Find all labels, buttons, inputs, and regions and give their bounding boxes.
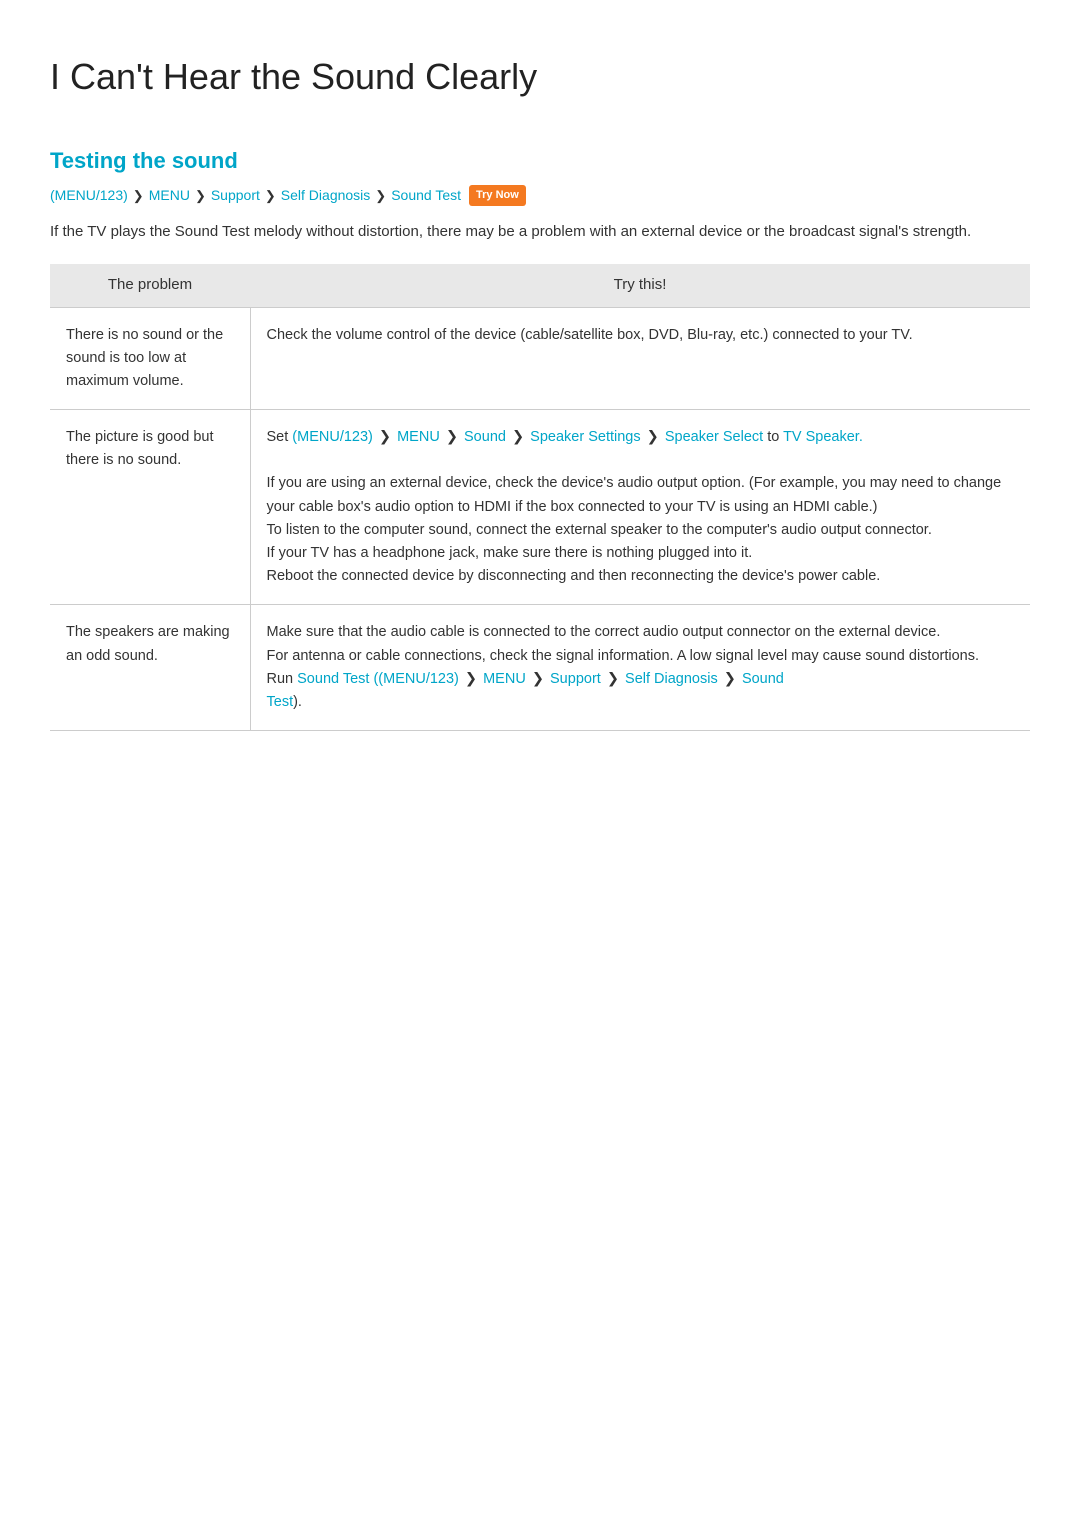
problem-cell-1: There is no sound or the sound is too lo… [50,307,250,410]
solution2-link3[interactable]: Sound [464,429,506,445]
breadcrumb-sep1: ❯ [133,186,144,206]
problem-cell-3: The speakers are making an odd sound. [50,605,250,731]
breadcrumb-sep3: ❯ [265,186,276,206]
solution3-link-support[interactable]: Support [550,671,601,687]
solution2-link5[interactable]: Speaker Select [665,429,763,445]
solution3-link-selfdiag[interactable]: Self Diagnosis [625,671,718,687]
solution-cell-2: Set (MENU/123) ❯ MENU ❯ Sound ❯ Speaker … [250,410,1030,605]
col-solution-header: Try this! [250,264,1030,307]
breadcrumb-soundtest[interactable]: Sound Test [391,185,461,206]
table-row: The picture is good but there is no soun… [50,410,1030,605]
solution2-set-prefix: Set [267,429,293,445]
solution3-soundtest-link[interactable]: Sound Test ( [297,671,378,687]
breadcrumb-sep2: ❯ [195,186,206,206]
breadcrumb: (MENU/123) ❯ MENU ❯ Support ❯ Self Diagn… [50,185,1030,206]
problem-cell-2: The picture is good but there is no soun… [50,410,250,605]
table-row: The speakers are making an odd sound. Ma… [50,605,1030,731]
solution3-link-menu123[interactable]: (MENU/123) [378,671,459,687]
breadcrumb-menu[interactable]: MENU [149,185,190,206]
solution-cell-1: Check the volume control of the device (… [250,307,1030,410]
solution2-to: to [763,429,783,445]
try-now-badge[interactable]: Try Now [469,185,526,206]
solution2-link4[interactable]: Speaker Settings [530,429,640,445]
intro-text: If the TV plays the Sound Test melody wi… [50,220,1030,244]
solution3-link-menu[interactable]: MENU [483,671,526,687]
solution2-tvspeaker[interactable]: TV Speaker. [783,429,863,445]
section-title: Testing the sound [50,144,1030,177]
breadcrumb-sep4: ❯ [375,186,386,206]
solution2-link2[interactable]: MENU [397,429,440,445]
table-row: There is no sound or the sound is too lo… [50,307,1030,410]
solution2-body: If you are using an external device, che… [267,475,1002,584]
breadcrumb-support[interactable]: Support [211,185,260,206]
breadcrumb-selfdiag[interactable]: Self Diagnosis [281,185,371,206]
breadcrumb-menu123[interactable]: (MENU/123) [50,185,128,206]
solution-cell-3: Make sure that the audio cable is connec… [250,605,1030,731]
col-problem-header: The problem [50,264,250,307]
page-title: I Can't Hear the Sound Clearly [50,50,1030,104]
solution3-end: ). [293,694,302,710]
solution2-link1[interactable]: (MENU/123) [292,429,373,445]
troubleshoot-table: The problem Try this! There is no sound … [50,264,1030,731]
